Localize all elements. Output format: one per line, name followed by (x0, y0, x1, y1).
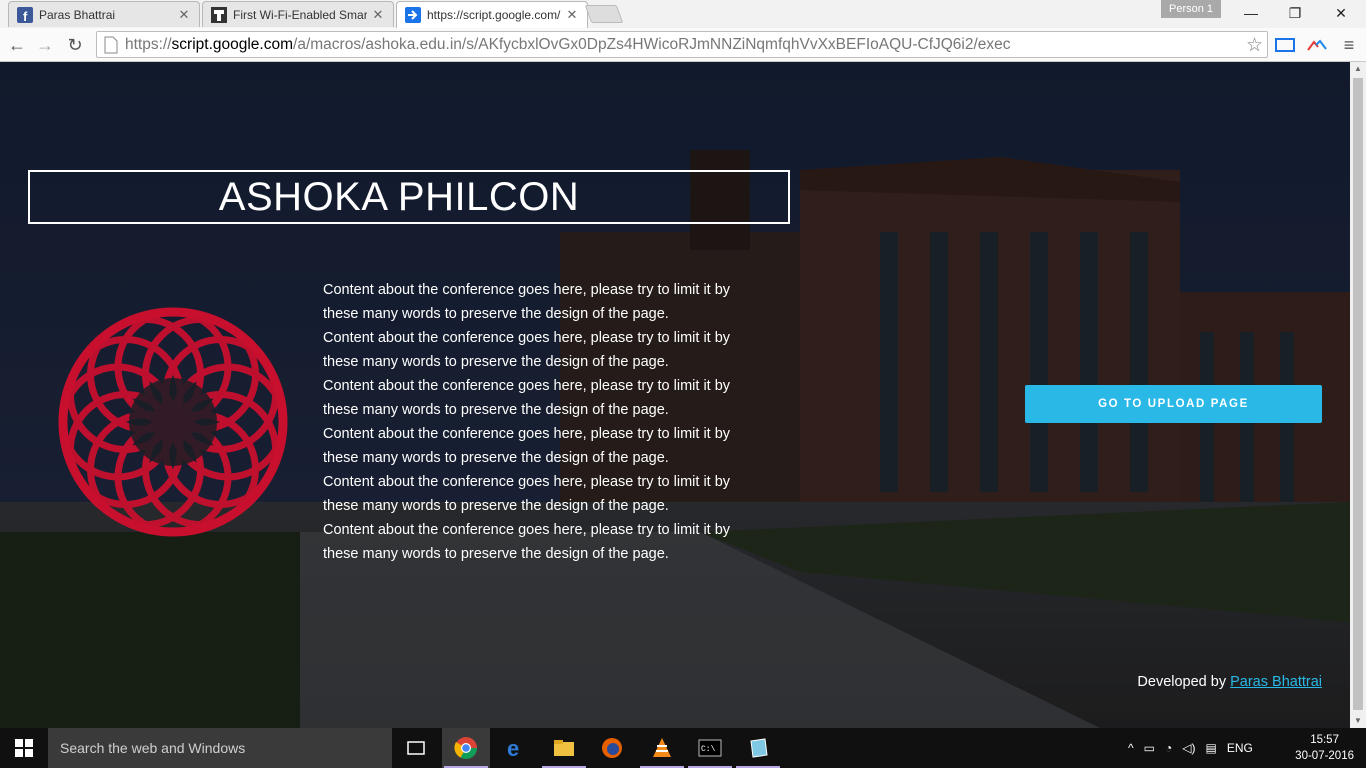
chrome-icon[interactable] (442, 728, 490, 768)
credit-prefix: Developed by (1137, 674, 1227, 690)
clock-time: 15:57 (1310, 734, 1339, 746)
developer-link[interactable]: Paras Bhattrai (1230, 674, 1322, 690)
volume-icon[interactable]: ◁) (1182, 741, 1195, 755)
file-explorer-icon[interactable] (540, 728, 588, 768)
profile-badge[interactable]: Person 1 (1161, 0, 1221, 18)
new-tab-button[interactable] (584, 5, 624, 23)
battery-icon[interactable]: ▭ (1144, 741, 1155, 755)
browser-toolbar: ← → ↻ https://script.google.com/a/macros… (0, 28, 1366, 62)
scrollbar-thumb[interactable] (1353, 78, 1363, 710)
forward-arrow-icon[interactable]: → (32, 32, 58, 58)
clock-date: 30-07-2016 (1295, 750, 1354, 762)
instructables-icon (211, 6, 227, 23)
task-view-icon[interactable] (392, 728, 440, 768)
content-paragraph: Content about the conference goes here, … (323, 522, 731, 562)
notes-app-icon[interactable] (734, 728, 782, 768)
address-bar[interactable]: https://script.google.com/a/macros/ashok… (96, 31, 1268, 58)
content-paragraph: Content about the conference goes here, … (323, 282, 731, 322)
developer-credit: Developed by Paras Bhattrai (1137, 674, 1322, 690)
svg-text:C:\: C:\ (701, 745, 716, 754)
tab-label: https://script.google.com/ (427, 8, 561, 22)
show-hidden-icons-icon[interactable]: ^ (1128, 741, 1134, 755)
reload-icon[interactable]: ↻ (62, 32, 88, 58)
facebook-icon: f (17, 6, 33, 23)
back-arrow-icon[interactable]: ← (4, 32, 30, 58)
content-paragraph: Content about the conference goes here, … (323, 378, 731, 418)
cast-icon[interactable] (1272, 32, 1298, 58)
go-to-upload-page-button[interactable]: GO TO UPLOAD PAGE (1025, 385, 1322, 423)
tab-script-google[interactable]: https://script.google.com/ ✕ (396, 1, 588, 28)
page-title: ASHOKA PHILCON (218, 174, 580, 219)
system-tray: ^ ▭ ◔ ◁) ▤ ENG (1128, 728, 1253, 768)
minimize-icon[interactable]: — (1228, 0, 1274, 26)
content-paragraph: Content about the conference goes here, … (323, 330, 731, 370)
wifi-icon[interactable]: ◔ (1165, 741, 1172, 755)
url-path: /a/macros/ashoka.edu.in/s/AKfycbxlOvGx0D… (293, 35, 1011, 53)
content-paragraph: Content about the conference goes here, … (323, 474, 731, 514)
url-host: script.google.com (171, 35, 294, 53)
window-close-icon[interactable]: ✕ (1318, 0, 1364, 26)
vertical-scrollbar[interactable]: ▲ ▼ (1350, 62, 1366, 728)
close-icon[interactable]: ✕ (565, 7, 579, 23)
taskbar-search-box[interactable]: Search the web and Windows (48, 728, 392, 768)
svg-text:f: f (23, 9, 28, 23)
menu-icon[interactable]: ≡ (1336, 32, 1362, 58)
action-center-icon[interactable]: ▤ (1205, 741, 1216, 755)
vlc-icon[interactable] (638, 728, 686, 768)
page-viewport: ASHOKA PHILCON Content about the confere… (0, 62, 1350, 728)
apps-script-icon (405, 7, 421, 23)
firefox-icon[interactable] (588, 728, 636, 768)
windows-start-icon[interactable] (0, 728, 48, 768)
philcon-logo (58, 307, 288, 537)
restore-icon[interactable]: ❐ (1272, 0, 1318, 26)
bookmark-star-icon[interactable]: ☆ (1246, 34, 1263, 57)
close-icon[interactable]: ✕ (177, 7, 191, 23)
tab-label: Paras Bhattrai (39, 7, 116, 22)
language-indicator[interactable]: ENG (1227, 741, 1253, 755)
system-clock[interactable]: 15:57 30-07-2016 (1295, 732, 1354, 764)
conference-description: Content about the conference goes here, … (323, 278, 743, 566)
scroll-down-icon[interactable]: ▼ (1350, 714, 1366, 728)
title-box: ASHOKA PHILCON (28, 170, 790, 224)
command-prompt-icon[interactable]: C:\ (686, 728, 734, 768)
tab-label: First Wi-Fi-Enabled Smart (233, 7, 367, 22)
tab-paras-bhattrai[interactable]: f Paras Bhattrai ✕ (8, 1, 200, 27)
content-paragraph: Content about the conference goes here, … (323, 426, 731, 466)
svg-text:e: e (507, 737, 519, 759)
page-icon (104, 36, 118, 53)
scroll-up-icon[interactable]: ▲ (1350, 62, 1366, 76)
edge-icon[interactable]: e (492, 728, 540, 768)
close-icon[interactable]: ✕ (371, 7, 385, 23)
tab-first-wifi[interactable]: First Wi-Fi-Enabled Smart ✕ (202, 1, 394, 27)
browser-tab-strip: f Paras Bhattrai ✕ First Wi-Fi-Enabled S… (0, 0, 1366, 28)
url-scheme: https:// (125, 35, 172, 53)
windows-taskbar: Search the web and Windows e C:\ ^ ▭ ◔ ◁… (0, 728, 1366, 768)
extension-icon[interactable] (1304, 32, 1330, 58)
